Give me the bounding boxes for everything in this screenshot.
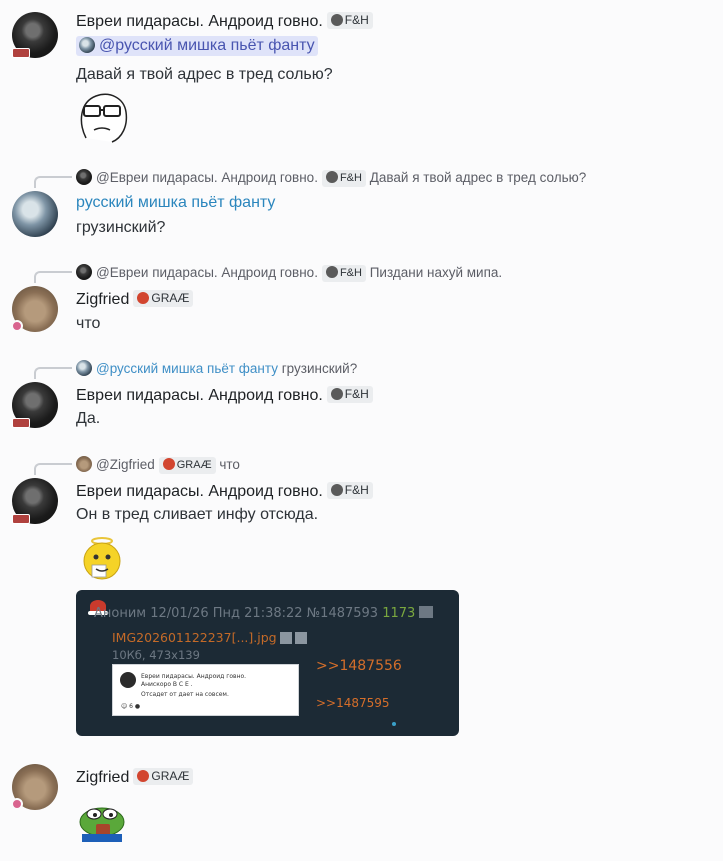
avatar (76, 456, 92, 472)
user-mention[interactable]: @русский мишка пьёт фанту (76, 36, 318, 56)
reply-preview[interactable]: @Zigfried GRAÆ что (76, 456, 240, 474)
author-name[interactable]: Евреи пидарасы. Андроид говно. (76, 387, 323, 404)
play-icon (419, 606, 434, 618)
download-icon (294, 632, 307, 644)
avatar-badge (12, 514, 30, 524)
reaction: ☺ 6 ● (121, 703, 141, 710)
pepe-frog-sticker[interactable] (76, 800, 128, 842)
avatar-badge (11, 798, 23, 810)
glasses-face-sticker[interactable] (76, 92, 130, 144)
angel-emoji-sticker[interactable] (80, 535, 126, 581)
mushroom-icon (162, 458, 175, 470)
file-name: IMG202601122237[...].jpg (112, 630, 307, 645)
message-header: Евреи пидарасы. Андроид говно. F&H (76, 12, 373, 31)
avatar (76, 169, 92, 185)
role-tag: F&H (321, 265, 366, 282)
mushroom-icon (137, 770, 150, 782)
author-name[interactable]: Евреи пидарасы. Андроид говно. (76, 13, 323, 30)
skull-icon (325, 266, 338, 278)
message-header: Zigfried GRAÆ (76, 768, 194, 787)
dot-marker (392, 722, 396, 726)
skull-icon (325, 171, 338, 183)
reply-link: >>1487595 (316, 696, 390, 710)
avatar (76, 360, 92, 376)
author-name[interactable]: русский мишка пьёт фанту (76, 194, 275, 212)
message-text: Да. (76, 410, 101, 427)
message-mention-line: @русский мишка пьёт фанту (76, 36, 318, 56)
message-header: Zigfried GRAÆ (76, 290, 194, 309)
image-attachment[interactable]: Аноним 12/01/26 Пнд 21:38:22 №1487593 11… (76, 590, 459, 736)
reply-preview[interactable]: @Евреи пидарасы. Андроид говно. F&H Давай… (76, 169, 586, 187)
message-text: Он в тред сливает инфу отсюда. (76, 506, 319, 523)
message-header: Евреи пидарасы. Андроид говно. F&H (76, 482, 373, 501)
mushroom-icon (137, 292, 150, 304)
reply-link: >>1487556 (316, 658, 402, 674)
embedded-screenshot: Евреи пидарасы. Андроид говно. Анискоро … (112, 664, 299, 716)
avatar-badge (11, 320, 23, 332)
role-tag[interactable]: GRAÆ (133, 290, 194, 307)
role-tag[interactable]: F&H (326, 482, 373, 499)
avatar (76, 264, 92, 280)
skull-icon (330, 484, 343, 496)
reply-connector (34, 367, 72, 379)
message-text: грузинский? (76, 219, 166, 236)
role-tag[interactable]: F&H (326, 12, 373, 29)
file-meta: 10Кб, 473x139 (112, 648, 200, 662)
author-name[interactable]: Zigfried (76, 769, 129, 786)
avatar-badge (12, 418, 30, 428)
message-text: Давай я твой адрес в тред солью? (76, 66, 333, 83)
message-text: что (76, 315, 101, 332)
skull-icon (330, 14, 343, 26)
reply-connector (34, 271, 72, 283)
avatar (79, 37, 95, 53)
search-icon (279, 632, 292, 644)
role-tag: GRAÆ (158, 457, 216, 474)
author-name[interactable]: Zigfried (76, 291, 129, 308)
skull-icon (330, 388, 343, 400)
reply-connector (34, 463, 72, 475)
role-tag[interactable]: GRAÆ (133, 768, 194, 785)
message-header: Евреи пидарасы. Андроид говно. F&H (76, 386, 373, 405)
reply-preview[interactable]: @русский мишка пьёт фанту грузинский? (76, 360, 357, 376)
avatar[interactable] (12, 191, 58, 237)
reply-preview[interactable]: @Евреи пидарасы. Андроид говно. F&H Пизда… (76, 264, 502, 282)
role-tag[interactable]: F&H (326, 386, 373, 403)
reply-connector (34, 176, 72, 188)
role-tag: F&H (321, 170, 366, 187)
avatar (120, 672, 136, 688)
post-header: Аноним 12/01/26 Пнд 21:38:22 №1487593 11… (94, 606, 434, 621)
author-name[interactable]: Евреи пидарасы. Андроид говно. (76, 483, 323, 500)
avatar-badge (12, 48, 30, 58)
